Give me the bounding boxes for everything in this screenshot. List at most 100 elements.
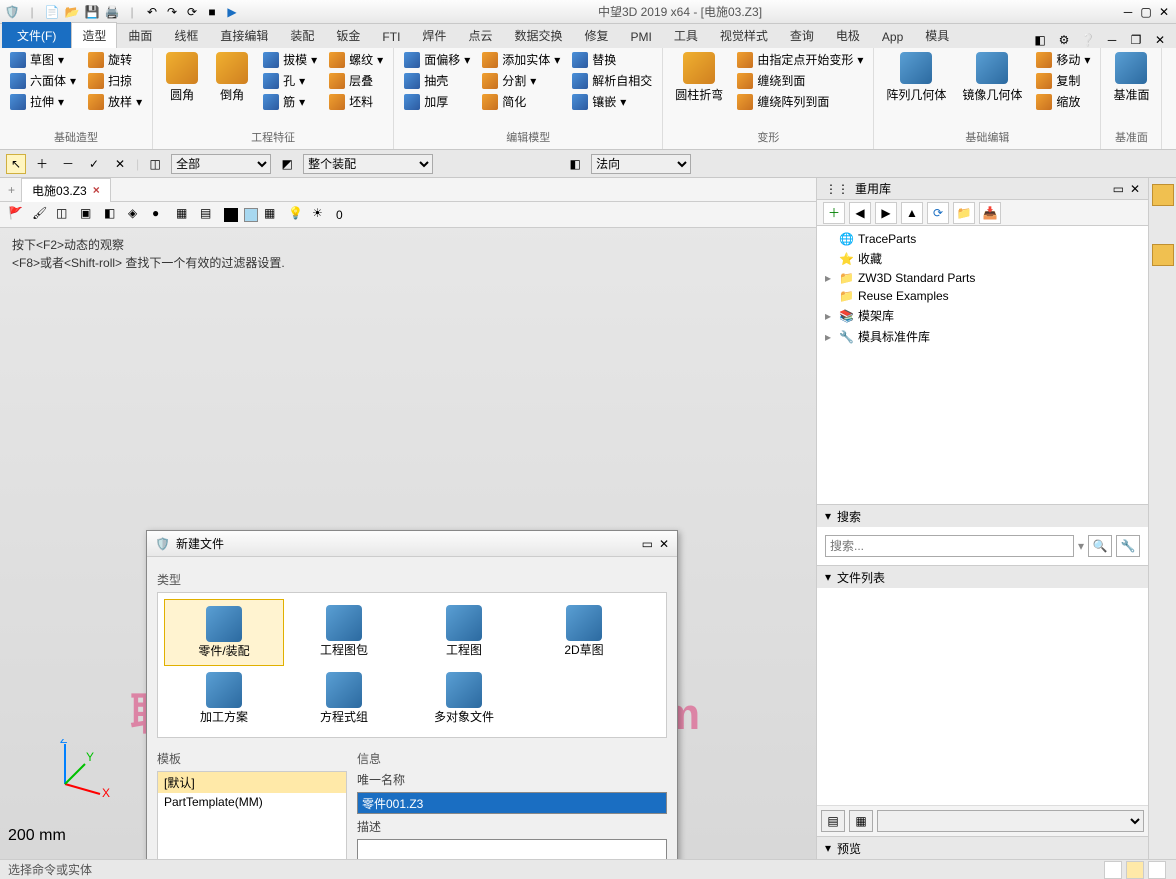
move-button[interactable]: 移动 ▾ <box>1032 50 1094 69</box>
thread-button[interactable]: 螺纹 ▾ <box>325 50 387 69</box>
tab-electrode[interactable]: 电极 <box>825 22 871 48</box>
new-icon[interactable]: 📄 <box>44 4 60 20</box>
refresh-icon[interactable]: ⟳ <box>184 4 200 20</box>
undo-icon[interactable]: ↶ <box>144 4 160 20</box>
deformpoint-button[interactable]: 由指定点开始变形 ▾ <box>733 50 867 69</box>
tab-shape[interactable]: 造型 <box>71 22 117 48</box>
tab-mold[interactable]: 模具 <box>914 22 960 48</box>
tree-node[interactable]: 🌐 TraceParts <box>821 230 1144 248</box>
light-icon[interactable]: 💡 <box>288 206 306 224</box>
wireframe-icon[interactable]: ◈ <box>128 206 146 224</box>
back-icon[interactable]: ◀ <box>849 202 871 224</box>
chamfer-button[interactable]: 倒角 <box>209 50 255 105</box>
tab-visualstyle[interactable]: 视觉样式 <box>709 22 779 48</box>
addbody-button[interactable]: 添加实体 ▾ <box>478 50 564 69</box>
maximize-icon[interactable]: ▢ <box>1138 4 1154 20</box>
tab-pointcloud[interactable]: 点云 <box>457 22 503 48</box>
thicken-button[interactable]: 加厚 <box>400 92 474 111</box>
cube-icon[interactable]: ◧ <box>1032 32 1048 48</box>
wrapface-button[interactable]: 缠绕到面 <box>733 71 867 90</box>
inner-minimize-icon[interactable]: ─ <box>1104 32 1120 48</box>
tree-node[interactable]: ▸📁 ZW3D Standard Parts <box>821 269 1144 287</box>
forward-icon[interactable]: ▶ <box>875 202 897 224</box>
tree-node[interactable]: ▸🔧 模具标准件库 <box>821 326 1144 347</box>
filter-select-2[interactable]: 整个装配 <box>303 154 433 174</box>
direction-select[interactable]: 法向 <box>591 154 691 174</box>
stack-button[interactable]: 层叠 <box>325 71 387 90</box>
wraparray-button[interactable]: 缠绕阵列到面 <box>733 92 867 111</box>
eraser-icon[interactable]: ◫ <box>56 206 74 224</box>
bgcolor-icon[interactable] <box>244 208 258 222</box>
template-item-mm[interactable]: PartTemplate(MM) <box>158 793 346 811</box>
tab-fti[interactable]: FTI <box>371 25 411 48</box>
up-icon[interactable]: ▲ <box>901 202 923 224</box>
type-cam[interactable]: 加工方案 <box>164 666 284 731</box>
check-icon[interactable]: ✓ <box>84 154 104 174</box>
x-icon[interactable]: ✕ <box>110 154 130 174</box>
type-multiobj[interactable]: 多对象文件 <box>404 666 524 731</box>
preview-section-head[interactable]: ▾ 预览 <box>817 837 1148 859</box>
fillet-button[interactable]: 圆角 <box>159 50 205 105</box>
status-icon-3[interactable] <box>1148 861 1166 879</box>
direction-icon[interactable]: ◧ <box>565 154 585 174</box>
color-icon[interactable] <box>224 208 238 222</box>
shaded-icon[interactable]: ● <box>152 206 170 224</box>
rib-button[interactable]: 筋 ▾ <box>259 92 321 111</box>
status-icon-1[interactable] <box>1104 861 1122 879</box>
file-tab[interactable]: 文件(F) <box>2 22 71 48</box>
tab-close-icon[interactable]: × <box>93 183 100 197</box>
document-tab[interactable]: 电施03.Z3 × <box>21 178 111 202</box>
body-icon[interactable]: ◩ <box>277 154 297 174</box>
play-icon[interactable]: ▶ <box>224 4 240 20</box>
scale-button[interactable]: 缩放 <box>1032 92 1094 111</box>
search-button[interactable]: 🔍 <box>1088 535 1112 557</box>
search-settings-button[interactable]: 🔧 <box>1116 535 1140 557</box>
tab-tools[interactable]: 工具 <box>663 22 709 48</box>
inlay-button[interactable]: 镶嵌 ▾ <box>568 92 656 111</box>
tree-node[interactable]: ▸📚 模架库 <box>821 305 1144 326</box>
sun-icon[interactable]: ☀ <box>312 206 330 224</box>
extrude-button[interactable]: 拉伸 ▾ <box>6 92 80 111</box>
panel-close-icon[interactable]: ✕ <box>1130 182 1140 196</box>
type-drawing[interactable]: 工程图 <box>404 599 524 666</box>
view1-icon[interactable]: ▦ <box>176 206 194 224</box>
panel-restore-icon[interactable]: ▭ <box>1113 182 1124 196</box>
blank-button[interactable]: 坯料 <box>325 92 387 111</box>
template-item-default[interactable]: [默认] <box>158 772 346 793</box>
cube1-icon[interactable]: ▣ <box>80 206 98 224</box>
dialog-close-icon[interactable]: ✕ <box>659 537 669 551</box>
viewport-canvas[interactable]: 按下<F2>动态的观察 <F8>或者<Shift-roll> 查找下一个有效的过… <box>0 228 816 859</box>
save-icon[interactable]: 💾 <box>84 4 100 20</box>
selfintersect-button[interactable]: 解析自相交 <box>568 71 656 90</box>
search-input[interactable] <box>825 535 1074 557</box>
grip-icon[interactable]: ⋮⋮ <box>825 182 849 196</box>
type-part-assembly[interactable]: 零件/装配 <box>164 599 284 666</box>
copy-button[interactable]: 复制 <box>1032 71 1094 90</box>
open-icon[interactable]: 📂 <box>64 4 80 20</box>
refresh-icon[interactable]: ⟳ <box>927 202 949 224</box>
tab-dataexchange[interactable]: 数据交换 <box>503 22 573 48</box>
minimize-icon[interactable]: ─ <box>1120 4 1136 20</box>
revolve-button[interactable]: 旋转 <box>84 50 146 69</box>
minus-icon[interactable]: － <box>58 154 78 174</box>
draft-button[interactable]: 拔模 ▾ <box>259 50 321 69</box>
tab-sheetmetal[interactable]: 钣金 <box>325 22 371 48</box>
replace-button[interactable]: 替换 <box>568 50 656 69</box>
grid-view-icon[interactable]: ▦ <box>849 810 873 832</box>
stop-icon[interactable]: ■ <box>204 4 220 20</box>
grid-icon[interactable]: ▦ <box>264 206 282 224</box>
filter-icon[interactable]: ◫ <box>145 154 165 174</box>
filelist-section-head[interactable]: ▾ 文件列表 <box>817 566 1148 588</box>
gear-icon[interactable]: ⚙ <box>1056 32 1072 48</box>
loft-button[interactable]: 放样 ▾ <box>84 92 146 111</box>
tab-pmi[interactable]: PMI <box>619 25 662 48</box>
close-icon[interactable]: ✕ <box>1156 4 1172 20</box>
tab-assembly[interactable]: 装配 <box>279 22 325 48</box>
datum-button[interactable]: 基准面 <box>1107 50 1155 105</box>
simplify-button[interactable]: 简化 <box>478 92 564 111</box>
type-equation[interactable]: 方程式组 <box>284 666 404 731</box>
sweep-button[interactable]: 扫掠 <box>84 71 146 90</box>
filter-select-1[interactable]: 全部 <box>171 154 271 174</box>
filelist-filter[interactable] <box>877 810 1144 832</box>
cursor-icon[interactable]: ↖ <box>6 154 26 174</box>
